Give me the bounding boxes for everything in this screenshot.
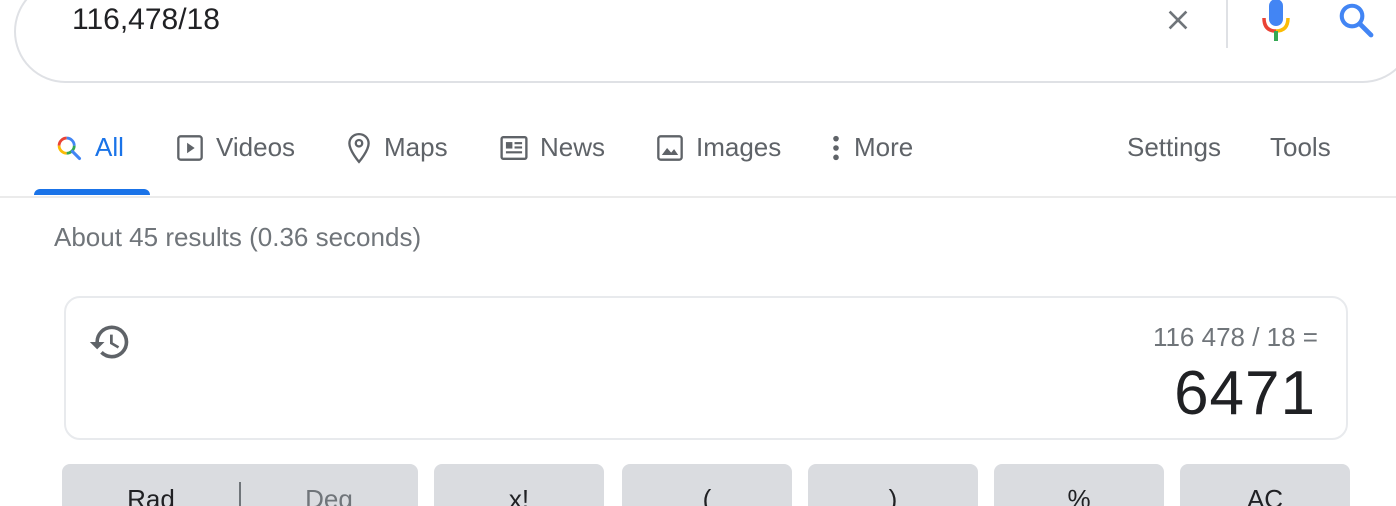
tab-videos-label: Videos [216,132,296,162]
factorial-button[interactable]: x! [434,464,604,506]
search-icon [1339,3,1374,38]
calculator-display: 116 478 / 18 = 6471 [64,296,1348,440]
map-pin-icon [346,132,372,164]
tabs-divider [0,196,1396,198]
history-icon [89,325,129,359]
tools-link[interactable]: Tools [1270,100,1331,195]
settings-link[interactable]: Settings [1127,100,1221,195]
tools-label: Tools [1270,132,1331,162]
calculator-result: 6471 [1174,359,1316,428]
search-multicolor-icon [55,134,83,162]
mic-icon [1262,0,1290,41]
all-clear-button[interactable]: AC [1180,464,1350,506]
search-input[interactable] [72,2,1072,38]
rad-button[interactable]: Rad [62,484,240,506]
tab-more[interactable]: More [830,100,913,195]
voice-search-button[interactable] [1256,0,1296,43]
clear-search-button[interactable] [1158,0,1198,40]
tab-maps[interactable]: Maps [346,100,448,195]
rad-deg-toggle: Rad Deg [62,464,418,506]
calculator-expression: 116 478 / 18 = [1152,322,1318,352]
settings-label: Settings [1127,132,1221,162]
tab-more-label: More [854,132,914,162]
newspaper-icon [500,135,528,161]
search-submit-button[interactable] [1334,0,1378,42]
active-tab-indicator [34,189,150,195]
close-icon [1168,10,1188,30]
tab-all[interactable]: All [55,100,124,195]
calculator-history-button[interactable] [88,320,132,364]
search-tabs: All Videos Maps News Images More Setting… [0,100,1396,198]
percent-button[interactable]: % [994,464,1164,506]
search-bar-divider [1226,0,1228,48]
tab-images-label: Images [696,132,782,162]
close-paren-button[interactable]: ) [808,464,978,506]
result-stats: About 45 results (0.36 seconds) [54,222,422,252]
tab-news-label: News [540,132,606,162]
image-icon [656,134,684,162]
tab-all-label: All [95,132,124,162]
more-vert-icon [830,134,842,162]
tab-videos[interactable]: Videos [176,100,295,195]
tab-news[interactable]: News [500,100,605,195]
deg-button[interactable]: Deg [240,484,418,506]
play-video-icon [176,134,204,162]
open-paren-button[interactable]: ( [622,464,792,506]
tab-images[interactable]: Images [656,100,781,195]
search-bar [14,0,1396,83]
tab-maps-label: Maps [384,132,448,162]
